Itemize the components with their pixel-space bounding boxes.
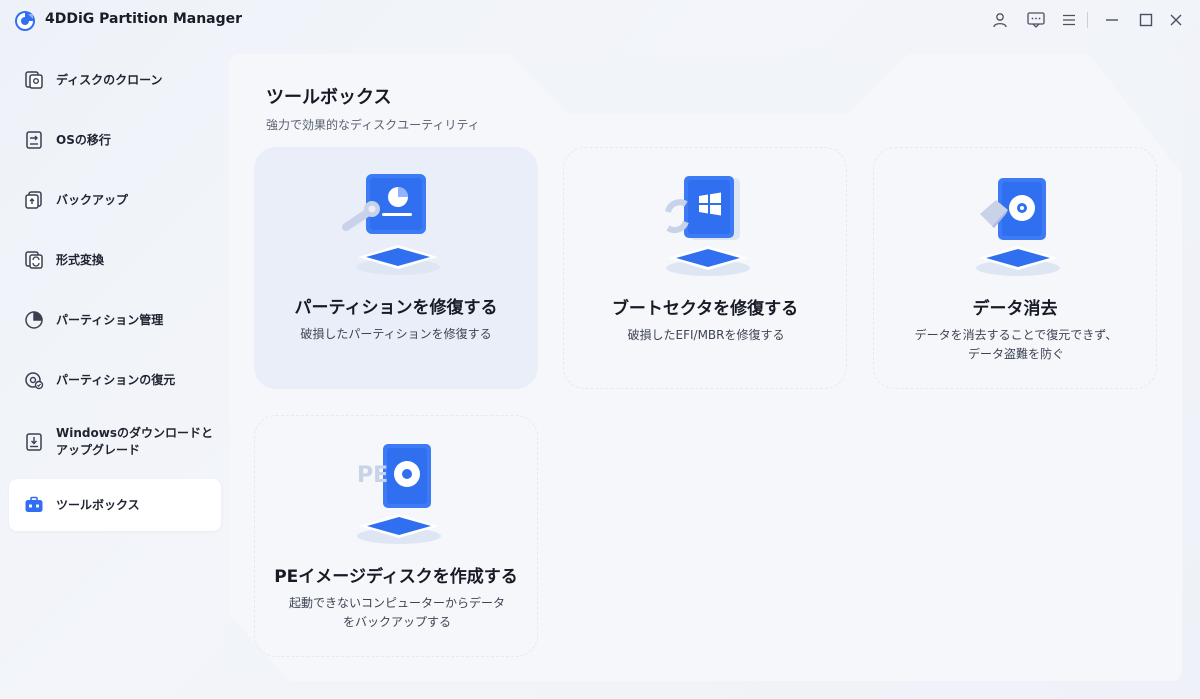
sidebar-item-backup[interactable]: バックアップ — [9, 174, 221, 226]
os-migrate-icon — [23, 129, 45, 151]
sidebar-item-label: パーティション管理 — [56, 312, 164, 327]
pe-image-icon: PE — [357, 444, 441, 544]
titlebar-divider — [1087, 12, 1088, 28]
convert-icon — [23, 249, 45, 271]
card-title: PEイメージディスクを作成する — [274, 567, 518, 587]
card-desc: 破損したEFI/MBRを修復する — [627, 328, 785, 342]
sidebar-item-label-line1: Windowsのダウンロードと — [56, 426, 213, 440]
toolbox-icon — [23, 494, 45, 516]
app-title: 4DDiG Partition Manager — [45, 11, 243, 27]
card-desc: 起動できないコンピューターからデータ をバックアップする — [275, 594, 519, 632]
sidebar-item-label: 形式変換 — [56, 252, 105, 267]
card-pe-image[interactable]: PE PEイメージディスクを作成する 起動できないコンピューターからデータ をバ… — [254, 415, 538, 657]
card-data-erase[interactable]: データ消去 データを消去することで復元できず、 データ盗難を防ぐ — [873, 147, 1157, 389]
sidebar-item-toolbox[interactable]: ツールボックス — [9, 479, 221, 531]
page-subtitle: 強力で効果的なディスクユーティリティ — [266, 118, 480, 132]
page-title: ツールボックス — [266, 87, 392, 108]
disk-clone-icon — [23, 69, 45, 91]
backup-icon — [23, 189, 45, 211]
sidebar-item-windows-download[interactable]: Windowsのダウンロードと アップグレード — [9, 414, 221, 470]
sidebar-item-label: ディスクのクローン — [56, 72, 163, 87]
card-title: ブートセクタを修復する — [611, 299, 799, 319]
card-boot-repair[interactable]: ブートセクタを修復する 破損したEFI/MBRを修復する — [563, 147, 847, 389]
boot-repair-icon — [665, 176, 750, 276]
user-icon[interactable] — [987, 8, 1013, 32]
sidebar-item-partition-recover[interactable]: パーティションの復元 — [9, 354, 221, 406]
card-title: データ消去 — [972, 299, 1058, 319]
windows-download-icon — [23, 431, 45, 453]
data-erase-icon — [976, 178, 1060, 276]
minimize-icon[interactable] — [1099, 8, 1125, 32]
card-desc: データを消去することで復元できず、 データ盗難を防ぐ — [894, 326, 1138, 364]
partition-pie-icon — [23, 309, 45, 331]
close-icon[interactable] — [1163, 8, 1189, 32]
card-partition-repair[interactable]: パーティションを修復する 破損したパーティションを修復する — [254, 147, 538, 389]
sidebar-item-label: Windowsのダウンロードと アップグレード — [56, 425, 213, 459]
card-desc-line2: データ盗難を防ぐ — [967, 347, 1064, 361]
partition-recover-icon — [23, 369, 45, 391]
sidebar-item-label: パーティションの復元 — [56, 372, 176, 387]
card-desc-line2: をバックアップする — [342, 615, 451, 629]
sidebar-item-os-migrate[interactable]: OSの移行 — [9, 114, 221, 166]
sidebar-item-disk-clone[interactable]: ディスクのクローン — [9, 54, 221, 106]
svg-text:PE: PE — [357, 463, 388, 488]
sidebar-item-label: バックアップ — [56, 192, 129, 207]
sidebar-item-label-line2: アップグレード — [56, 443, 141, 457]
sidebar-item-partition-manage[interactable]: パーティション管理 — [9, 294, 221, 346]
sidebar: ディスクのクローン OSの移行 バックアップ 形式変換 パーティション管理 パー… — [0, 50, 229, 690]
title-bar: 4DDiG Partition Manager — [0, 0, 1200, 42]
feedback-icon[interactable] — [1023, 8, 1049, 32]
card-desc-line1: 起動できないコンピューターからデータ — [288, 596, 505, 610]
menu-icon[interactable] — [1056, 8, 1082, 32]
maximize-icon[interactable] — [1133, 8, 1159, 32]
sidebar-item-label: OSの移行 — [56, 132, 111, 147]
app-logo-icon — [15, 11, 35, 31]
card-desc: 破損したパーティションを修復する — [300, 327, 492, 341]
partition-repair-icon — [342, 174, 440, 275]
card-desc-line1: データを消去することで復元できず、 — [914, 328, 1118, 342]
sidebar-item-label: ツールボックス — [56, 497, 140, 512]
sidebar-item-convert[interactable]: 形式変換 — [9, 234, 221, 286]
main-panel: ツールボックス 強力で効果的なディスクユーティリティ パーティションを修復する … — [229, 54, 1182, 681]
card-title: パーティションを修復する — [294, 298, 498, 318]
